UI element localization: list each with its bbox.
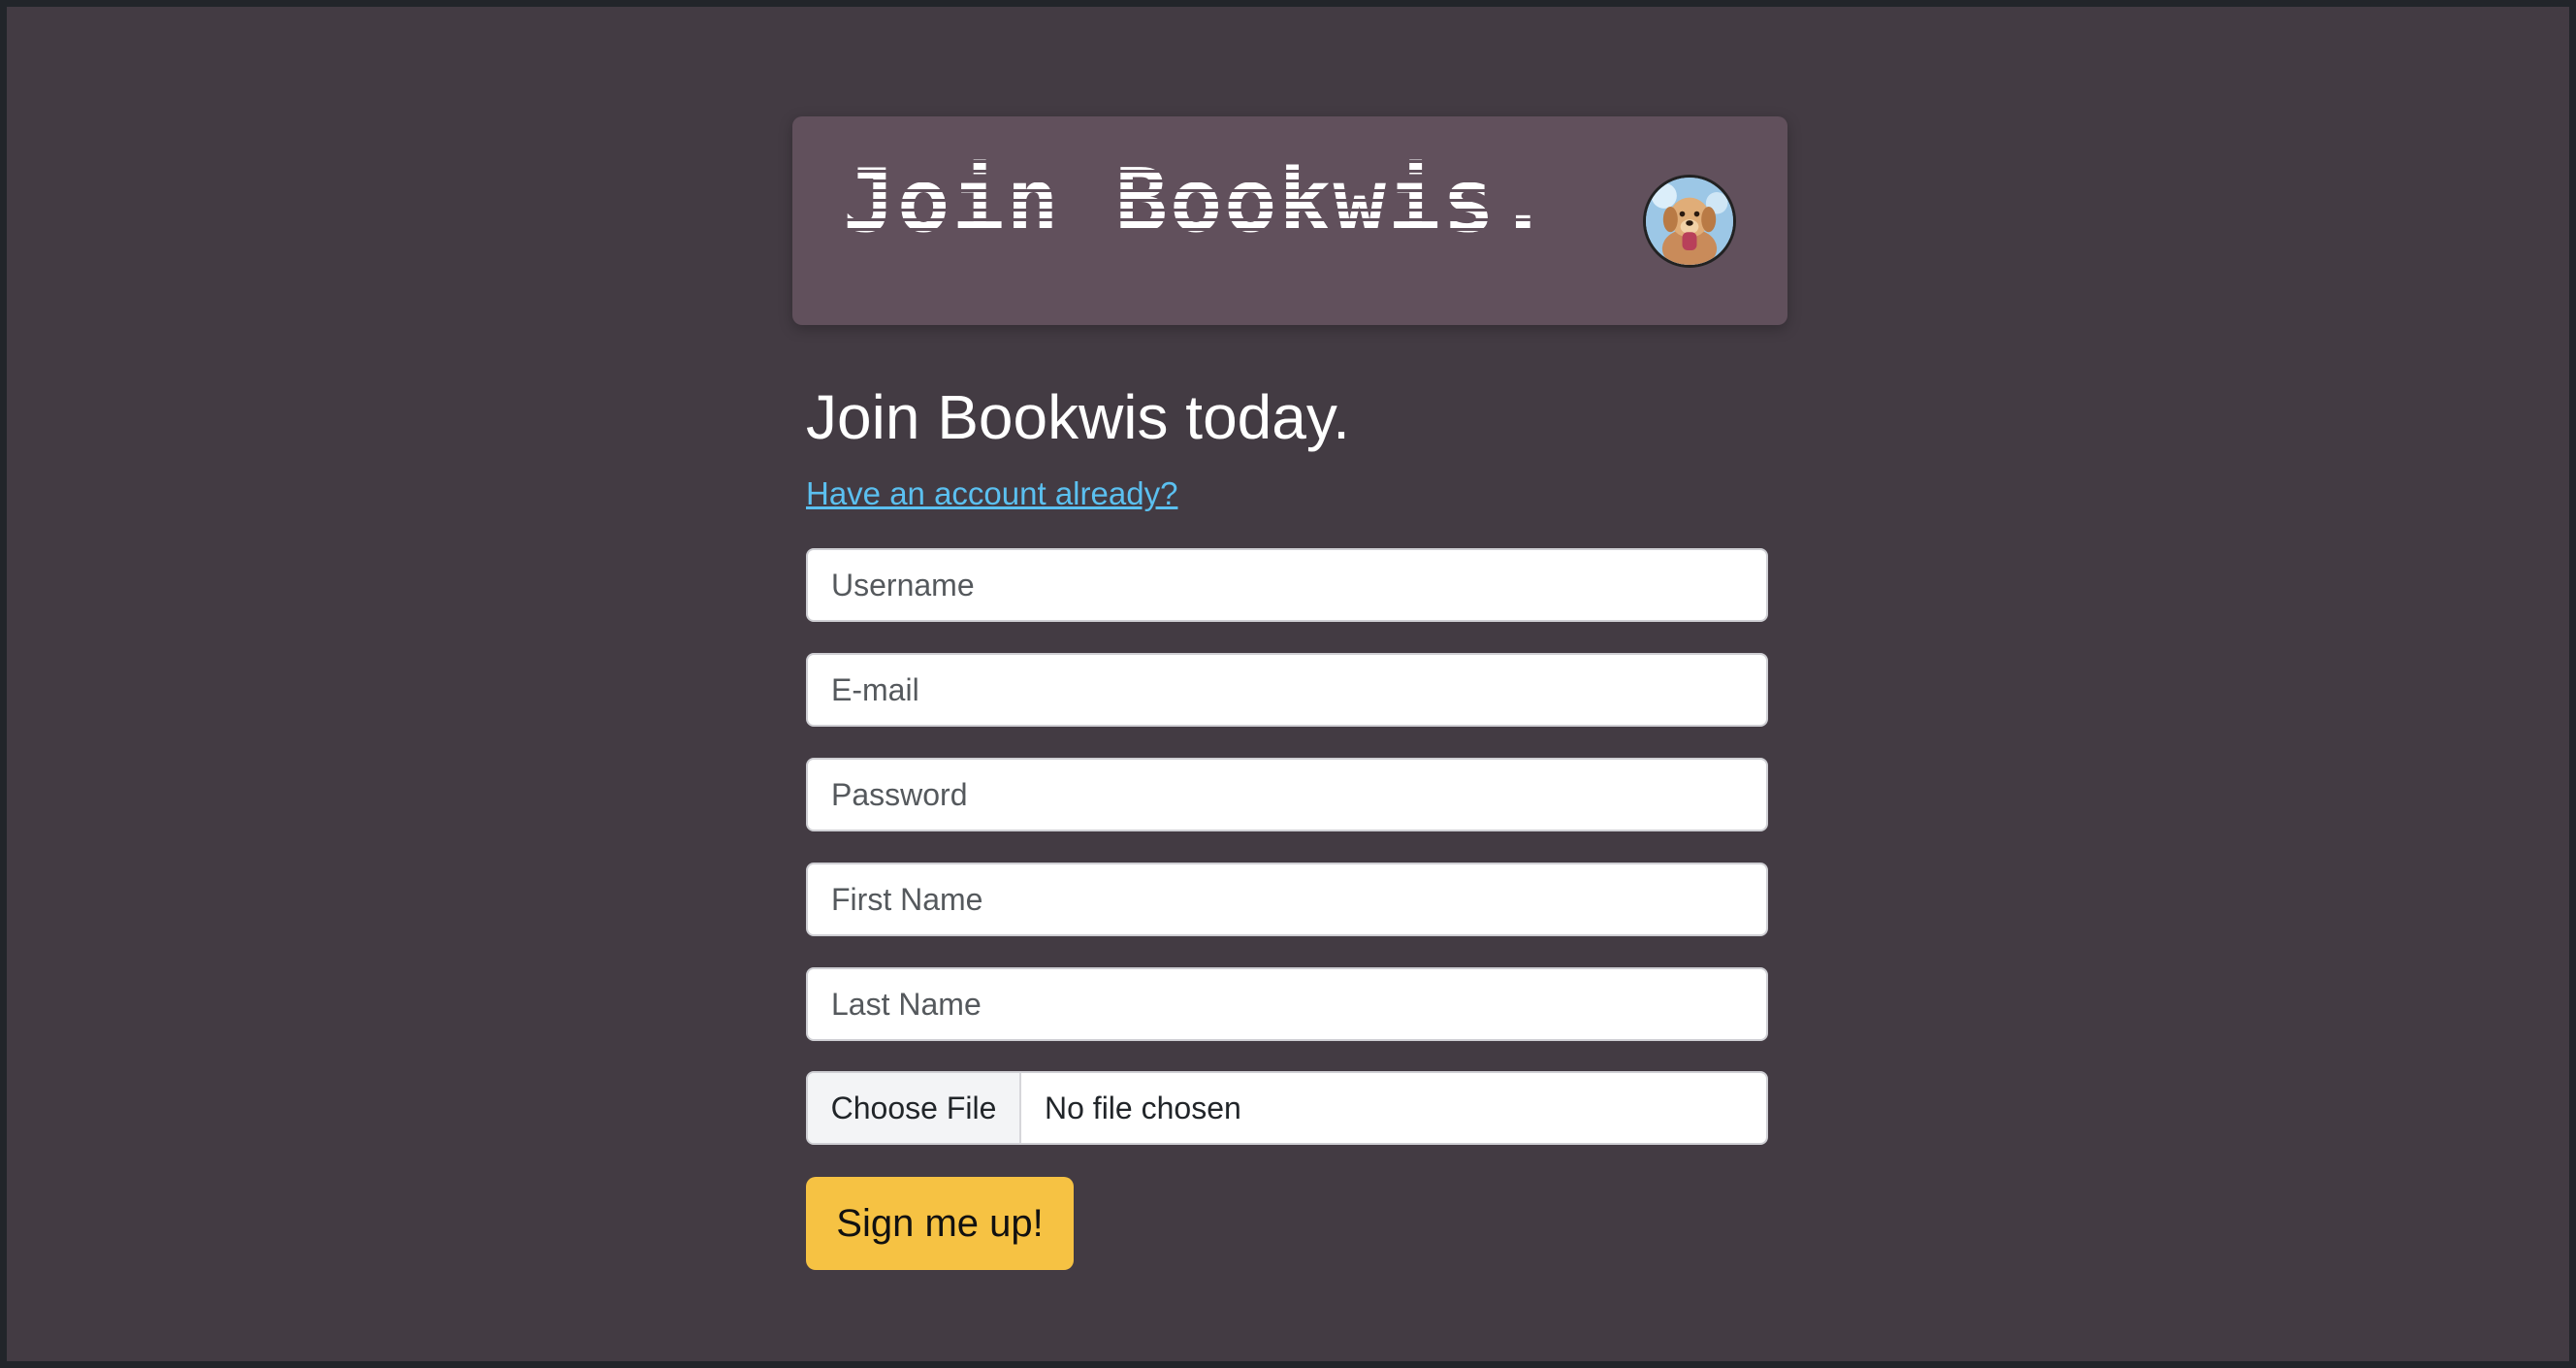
profile-image-file-input[interactable]: Choose File No file chosen [806,1071,1768,1145]
header-card: Join Bookwis. [792,116,1787,325]
sign-up-button[interactable]: Sign me up! [806,1177,1074,1270]
page-background: Join Bookwis. Join Bookwis today. Have a… [7,7,2569,1361]
login-link[interactable]: Have an account already? [806,472,1177,515]
username-input[interactable] [806,548,1768,622]
avatar[interactable] [1643,175,1736,268]
logo-title: Join Bookwis. [843,150,1552,252]
dog-avatar-image [1646,178,1733,265]
page-title: Join Bookwis today. [806,382,1350,452]
first-name-input[interactable] [806,863,1768,936]
email-input[interactable] [806,653,1768,727]
last-name-input[interactable] [806,967,1768,1041]
choose-file-button[interactable]: Choose File [808,1073,1021,1143]
file-status-text: No file chosen [1045,1090,1241,1125]
password-input[interactable] [806,758,1768,831]
